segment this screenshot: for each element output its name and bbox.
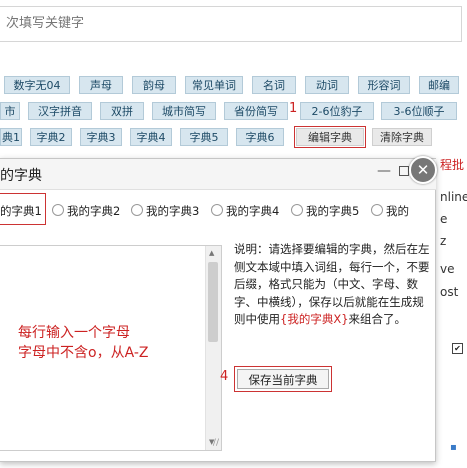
tag-common-words[interactable]: 常见单词	[185, 76, 243, 94]
background-text-2: e	[440, 212, 448, 226]
radio-dictionary6[interactable]: 我的	[371, 203, 409, 221]
scroll-thumb[interactable]	[208, 262, 218, 342]
tag-dict6[interactable]: 字典6	[236, 128, 284, 146]
dialog-titlebar[interactable]: 的字典 — ✕	[0, 156, 437, 190]
annotation-step-1: 1	[289, 101, 298, 116]
background-text-5: ost	[440, 285, 459, 299]
tag-city-abbr[interactable]: 城市简写	[152, 102, 216, 120]
tag-sequential-digits[interactable]: 3-6位顺子	[381, 102, 457, 120]
dictionary-textarea[interactable]: 每行输入一个字母 字母中不含o，从A-Z ▲ ▼ //	[0, 245, 222, 451]
search-input[interactable]	[0, 7, 446, 39]
tag-initials[interactable]: 声母	[79, 76, 123, 94]
dialog-title: 的字典	[0, 168, 42, 184]
maximize-icon[interactable]	[399, 166, 409, 176]
search-bar[interactable]	[0, 6, 462, 42]
radio-dictionary1-label: 的字典1	[0, 204, 42, 218]
radio-dot-icon	[211, 204, 223, 216]
radio-dictionary4[interactable]: 我的字典4	[211, 203, 279, 221]
textarea-note-line2: 字母中不含o，从A-Z	[18, 345, 149, 361]
tag-province-abbr[interactable]: 省份简写	[224, 102, 288, 120]
my-dictionary-dialog: 的字典 — ✕ 的字典1 我的字典2 我的字典3 我的字典4 我的字典5 我的 …	[0, 156, 437, 462]
clear-dictionary-button[interactable]: 清除字典	[372, 128, 432, 146]
radio-dictionary6-label: 我的	[386, 204, 409, 218]
scroll-up-icon[interactable]: ▲	[209, 249, 214, 257]
tag-adjectives[interactable]: 形容词	[358, 76, 410, 94]
radio-dictionary2-label: 我的字典2	[67, 204, 121, 218]
close-icon[interactable]: ✕	[409, 156, 437, 184]
tag-nouns[interactable]: 名词	[252, 76, 296, 94]
tag-dict5[interactable]: 字典5	[180, 128, 228, 146]
tag-dict1[interactable]: 典1	[0, 128, 22, 146]
tag-dict3[interactable]: 字典3	[80, 128, 122, 146]
radio-dot-icon	[52, 204, 64, 216]
save-dictionary-button[interactable]: 保存当前字典	[237, 369, 329, 389]
instructions-text-end: 来组合了。	[348, 312, 407, 326]
save-dictionary-button-highlight: 保存当前字典	[234, 366, 332, 392]
edit-dictionary-button[interactable]: 编辑字典	[294, 126, 366, 148]
dictionary-placeholder-token: {我的字典X}	[280, 312, 349, 326]
tag-digits[interactable]: 数字无04	[4, 76, 70, 94]
minimize-icon[interactable]: —	[377, 163, 391, 179]
tag-dict2[interactable]: 字典2	[30, 128, 72, 146]
radio-dictionary2[interactable]: 我的字典2	[52, 203, 120, 221]
background-checkbox: ✔	[452, 343, 463, 354]
tag-verbs[interactable]: 动词	[305, 76, 349, 94]
radio-dot-icon	[291, 204, 303, 216]
tag-dict4[interactable]: 字典4	[130, 128, 172, 146]
background-text-3: z	[440, 234, 447, 248]
radio-dictionary3-label: 我的字典3	[146, 204, 200, 218]
annotation-step-4: 4	[220, 369, 229, 384]
radio-dictionary5[interactable]: 我的字典5	[291, 203, 359, 221]
radio-dictionary1[interactable]: 的字典1	[0, 203, 42, 221]
tag-postcode[interactable]: 邮编	[419, 76, 459, 94]
resize-handle-icon[interactable]: //	[213, 438, 219, 448]
dialog-instructions: 说明：请选择要编辑的字典，然后在左侧文本域中填入词组，每行一个，不要后缀，格式只…	[234, 241, 430, 329]
dictionary-radio-group: 的字典1 我的字典2 我的字典3 我的字典4 我的字典5 我的	[0, 201, 436, 223]
tag-city[interactable]: 市	[0, 102, 20, 120]
background-right-strip: 程批 nline e z ve ost ✔ ▪	[438, 150, 467, 468]
tag-pinyin[interactable]: 汉字拼音	[28, 102, 92, 120]
radio-dictionary3[interactable]: 我的字典3	[131, 203, 199, 221]
tag-finals[interactable]: 韵母	[132, 76, 176, 94]
radio-dictionary5-label: 我的字典5	[306, 204, 360, 218]
background-red-text: 程批	[440, 158, 465, 172]
radio-dot-icon	[131, 204, 143, 216]
background-text-4: ve	[440, 262, 455, 276]
radio-dot-icon	[371, 204, 383, 216]
background-link-icon: ▪	[450, 442, 457, 453]
background-text-1: nline	[440, 190, 467, 204]
radio-dictionary4-label: 我的字典4	[226, 204, 280, 218]
tag-leopard-digits[interactable]: 2-6位豹子	[300, 102, 374, 120]
tag-double-pinyin[interactable]: 双拼	[100, 102, 144, 120]
textarea-scrollbar[interactable]: ▲ ▼	[205, 246, 221, 450]
textarea-note-line1: 每行输入一个字母	[18, 325, 130, 341]
